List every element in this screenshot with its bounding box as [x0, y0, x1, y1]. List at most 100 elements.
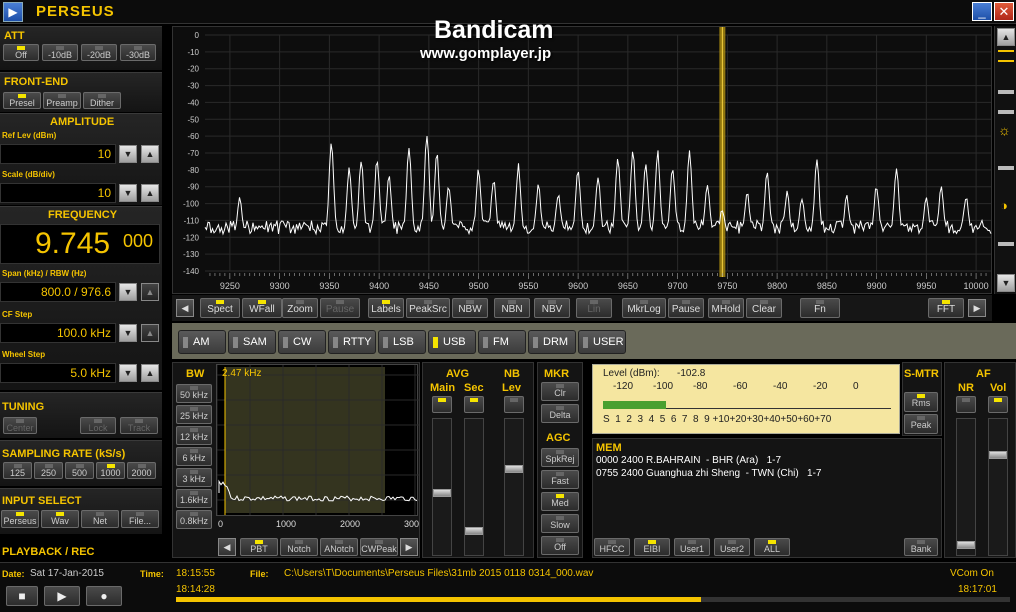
- toolbar-button-mkrlog[interactable]: MkrLog: [622, 298, 666, 318]
- nb-level-slider[interactable]: [504, 418, 524, 556]
- input-button-1[interactable]: Wav: [41, 510, 79, 528]
- wheel-value[interactable]: 5.0 kHz: [0, 363, 116, 383]
- ref-level-value[interactable]: 10: [0, 144, 116, 164]
- att-button-2[interactable]: -20dB: [81, 44, 117, 61]
- scale-value[interactable]: 10: [0, 183, 116, 203]
- mem-item[interactable]: 0000 2400 R.BAHRAIN - BHR (Ara) 1-7: [596, 455, 781, 466]
- span-up[interactable]: ▲: [141, 283, 159, 301]
- range-handle-3[interactable]: [998, 166, 1014, 170]
- mode-sam[interactable]: SAM: [228, 330, 276, 354]
- agc-button-off[interactable]: Off: [541, 536, 579, 555]
- wheel-down[interactable]: ▼: [119, 364, 137, 382]
- toolbar-button-wfall[interactable]: WFall: [242, 298, 282, 318]
- bw-button-3[interactable]: 6 kHz: [176, 447, 212, 466]
- playback-progress-track[interactable]: [176, 597, 1010, 602]
- agc-button-spkrej[interactable]: SpkRej: [541, 448, 579, 467]
- cfstep-up[interactable]: ▲: [141, 324, 159, 342]
- sampling-button-0[interactable]: 125: [3, 462, 32, 479]
- nr-thumb[interactable]: [957, 541, 975, 549]
- sampling-button-4[interactable]: 2000: [127, 462, 156, 479]
- toolbar-button-nbv[interactable]: NBV: [534, 298, 570, 318]
- record-button[interactable]: ●: [86, 586, 122, 606]
- span-down[interactable]: ▼: [119, 283, 137, 301]
- mem-button-all[interactable]: ALL: [754, 538, 790, 556]
- minimize-button[interactable]: _: [972, 2, 992, 21]
- att-button-1[interactable]: -10dB: [42, 44, 78, 61]
- avg-main-toggle[interactable]: [432, 396, 452, 413]
- input-button-2[interactable]: Net: [81, 510, 119, 528]
- mode-fm[interactable]: FM: [478, 330, 526, 354]
- toolbar-button-spect[interactable]: Spect: [200, 298, 240, 318]
- bw-button-4[interactable]: 3 kHz: [176, 468, 212, 487]
- input-button-0[interactable]: Perseus: [1, 510, 39, 528]
- mem-button-user2[interactable]: User2: [714, 538, 750, 556]
- frontend-button-1[interactable]: Preamp: [43, 92, 81, 109]
- toolbar-button-labels[interactable]: Labels: [368, 298, 404, 318]
- nr-slider[interactable]: [956, 418, 976, 556]
- mem-button-user1[interactable]: User1: [674, 538, 710, 556]
- tuning-track-button[interactable]: Track: [120, 417, 158, 434]
- toolbar-left-arrow[interactable]: ◀: [176, 299, 194, 317]
- toolbar-button-lin[interactable]: Lin: [576, 298, 612, 318]
- brightness-icon[interactable]: ☼: [998, 122, 1011, 138]
- filter-button-anotch[interactable]: ANotch: [320, 538, 358, 556]
- frequency-display[interactable]: 9.745 000: [0, 224, 160, 264]
- avg-sec-slider[interactable]: [464, 418, 484, 556]
- toolbar-button-fn[interactable]: Fn: [800, 298, 840, 318]
- avg-main-thumb[interactable]: [433, 489, 451, 497]
- contrast-icon[interactable]: ◑: [1000, 198, 1008, 213]
- scale-down[interactable]: ▼: [119, 184, 137, 202]
- vol-toggle[interactable]: [988, 396, 1008, 413]
- avg-sec-thumb[interactable]: [465, 527, 483, 535]
- spectrum-panel[interactable]: 0 -10 -20 -30 -40 -50 -60 -70 -80 -90 -100 -110 -120…: [172, 26, 992, 294]
- mem-item[interactable]: 0755 2400 Guanghua zhi Sheng - TWN (Chi)…: [596, 468, 822, 479]
- filter-button-pbt[interactable]: PBT: [240, 538, 278, 556]
- span-value[interactable]: 800.0 / 976.6: [0, 282, 116, 302]
- toolbar-button-nbw[interactable]: NBW: [452, 298, 488, 318]
- toolbar-button-peaksrc[interactable]: PeakSrc: [406, 298, 450, 318]
- mkr-button-clr[interactable]: Clr: [541, 382, 579, 401]
- bw-button-0[interactable]: 50 kHz: [176, 384, 212, 403]
- spectrum-scroll-down[interactable]: ▼: [997, 274, 1015, 292]
- att-button-0[interactable]: Off: [3, 44, 39, 61]
- bw-button-2[interactable]: 12 kHz: [176, 426, 212, 445]
- agc-button-fast[interactable]: Fast: [541, 470, 579, 489]
- range-handle-4[interactable]: [998, 242, 1014, 246]
- ref-level-down[interactable]: ▼: [119, 145, 137, 163]
- wheel-up[interactable]: ▲: [141, 364, 159, 382]
- filter-button-notch[interactable]: Notch: [280, 538, 318, 556]
- mode-user[interactable]: USER: [578, 330, 626, 354]
- bw-button-1[interactable]: 25 kHz: [176, 405, 212, 424]
- toolbar-right-arrow[interactable]: ▶: [968, 299, 986, 317]
- tuning-center-button[interactable]: Center: [3, 417, 37, 434]
- range-handle-1[interactable]: [998, 90, 1014, 94]
- bw-button-6[interactable]: 0.8kHz: [176, 510, 212, 529]
- toolbar-button-nbn[interactable]: NBN: [494, 298, 530, 318]
- play-button[interactable]: ▶: [44, 586, 80, 606]
- frontend-button-0[interactable]: Presel: [3, 92, 41, 109]
- toolbar-button-pause[interactable]: Pause: [320, 298, 360, 318]
- agc-button-slow[interactable]: Slow: [541, 514, 579, 533]
- sampling-button-3[interactable]: 1000: [96, 462, 125, 479]
- mode-lsb[interactable]: LSB: [378, 330, 426, 354]
- input-button-3[interactable]: File...: [121, 510, 159, 528]
- vol-slider[interactable]: [988, 418, 1008, 556]
- sampling-button-1[interactable]: 250: [34, 462, 63, 479]
- stop-button[interactable]: ■: [6, 586, 38, 606]
- sampling-button-2[interactable]: 500: [65, 462, 94, 479]
- mode-cw[interactable]: CW: [278, 330, 326, 354]
- smtr-peak-button[interactable]: Peak: [904, 414, 938, 434]
- mode-usb[interactable]: USB: [428, 330, 476, 354]
- filter-left-arrow[interactable]: ◀: [218, 538, 236, 556]
- frontend-button-2[interactable]: Dither: [83, 92, 121, 109]
- filter-right-arrow[interactable]: ▶: [400, 538, 418, 556]
- att-button-3[interactable]: -30dB: [120, 44, 156, 61]
- ref-level-up[interactable]: ▲: [141, 145, 159, 163]
- nb-toggle[interactable]: [504, 396, 524, 413]
- vol-thumb[interactable]: [989, 451, 1007, 459]
- toolbar-button-pause[interactable]: Pause: [668, 298, 704, 318]
- tuning-lock-button[interactable]: Lock: [80, 417, 116, 434]
- bw-button-5[interactable]: 1.6kHz: [176, 489, 212, 508]
- mkr-button-delta[interactable]: Delta: [541, 404, 579, 423]
- filter-button-cwpeak[interactable]: CWPeak: [360, 538, 398, 556]
